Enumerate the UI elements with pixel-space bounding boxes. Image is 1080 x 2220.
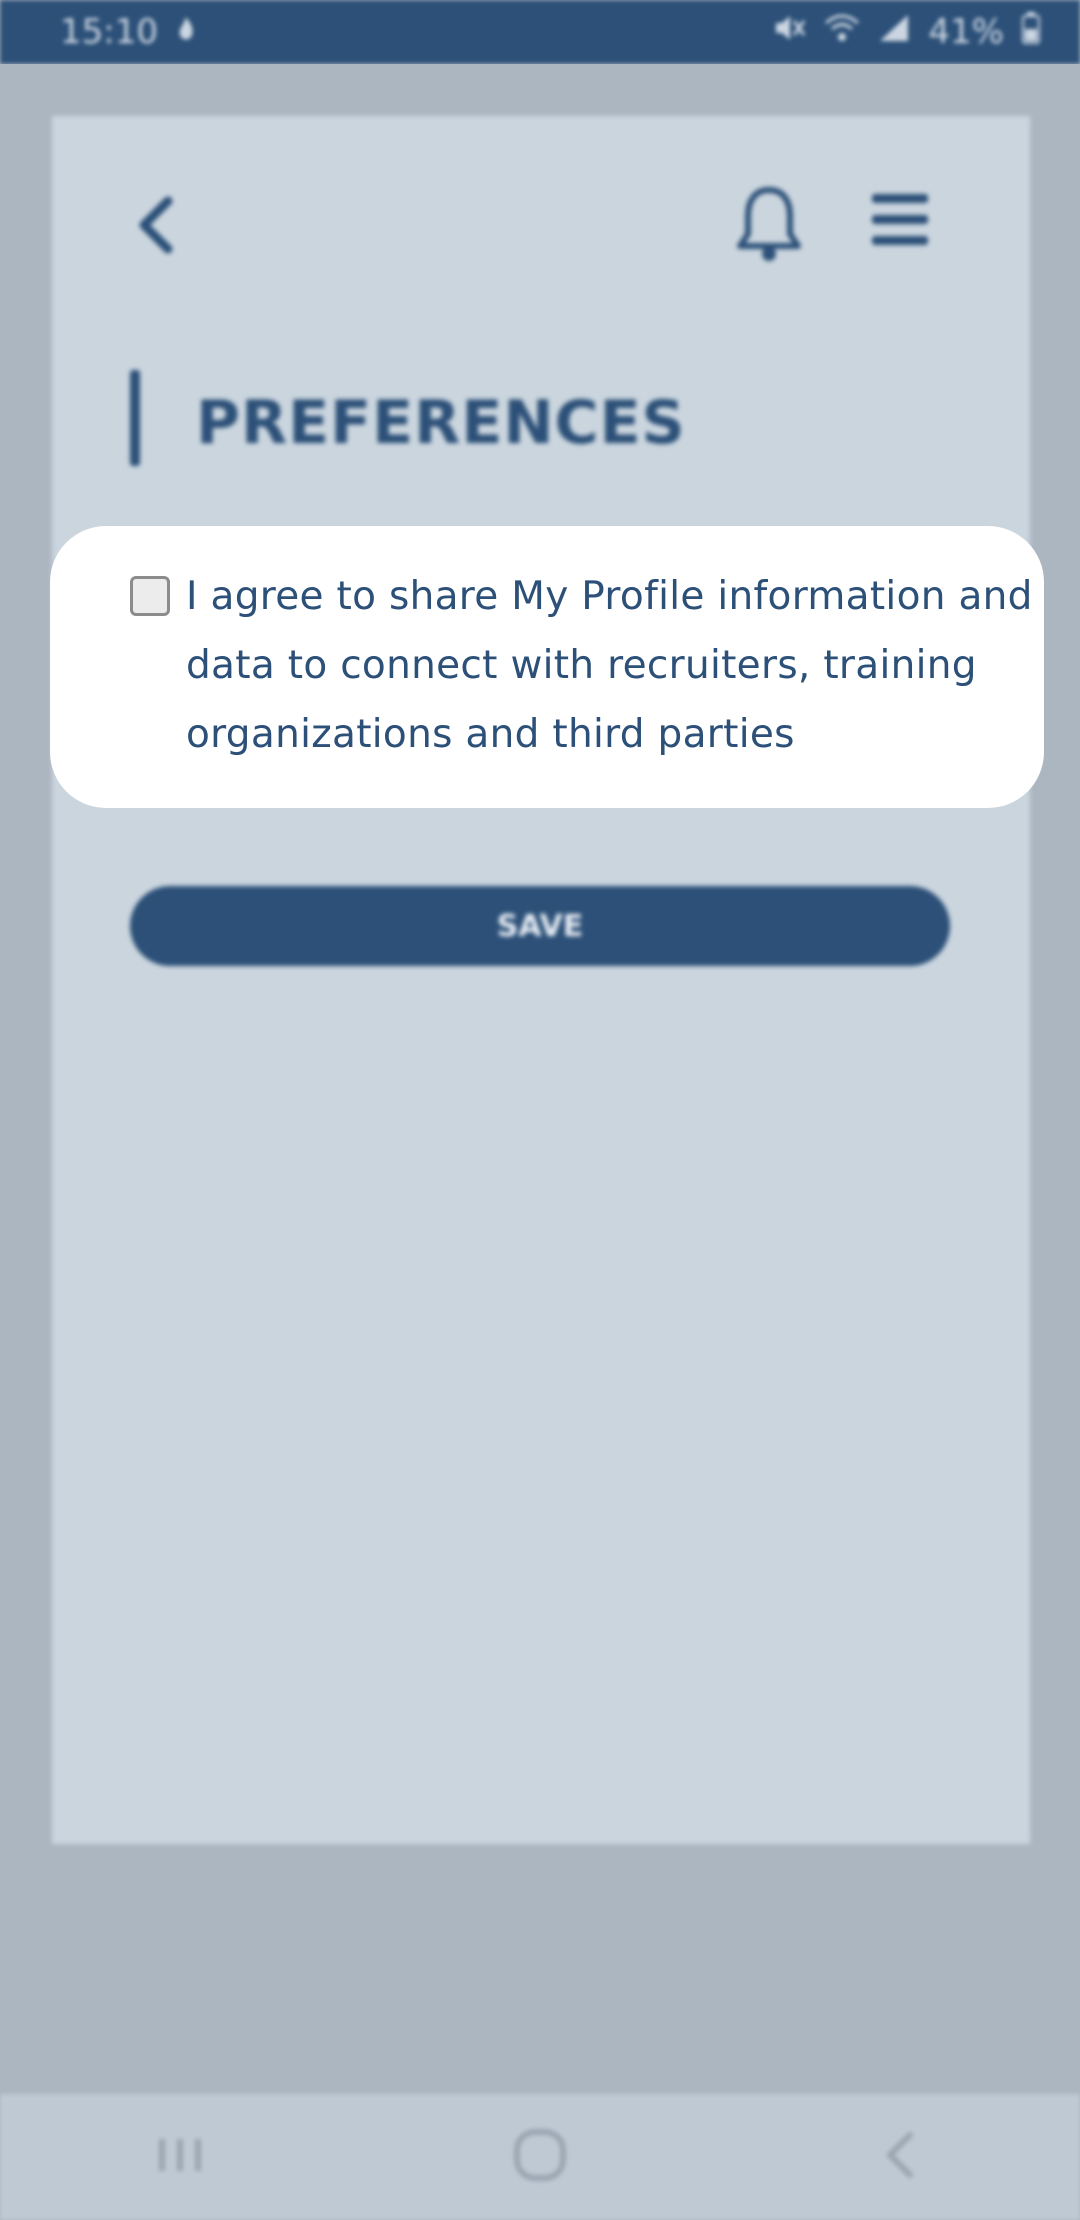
preferences-card: PREFERENCES SAVE [52, 116, 1030, 1844]
home-icon [512, 2127, 568, 2187]
signal-icon [878, 12, 910, 52]
status-left: 15:10 [60, 12, 196, 52]
back-icon [882, 2130, 918, 2184]
chevron-left-icon [136, 195, 176, 259]
page-title: PREFERENCES [196, 388, 686, 458]
recents-button[interactable] [120, 2117, 240, 2197]
system-navigation-bar [0, 2094, 1080, 2220]
hamburger-menu-icon [868, 194, 932, 254]
battery-level: 41% [928, 12, 1004, 52]
system-back-button[interactable] [840, 2117, 960, 2197]
consent-checkbox[interactable] [130, 576, 170, 616]
recents-icon [155, 2135, 205, 2179]
title-accent-bar [130, 370, 140, 466]
bell-icon [734, 187, 804, 268]
home-button[interactable] [480, 2117, 600, 2197]
menu-button[interactable] [868, 188, 942, 260]
status-bar: 15:10 41% [0, 0, 1080, 64]
notifications-button[interactable] [734, 184, 804, 264]
notification-flame-icon [176, 12, 196, 52]
wifi-icon [824, 12, 860, 52]
status-time: 15:10 [60, 12, 158, 52]
consent-highlight: I agree to share My Profile information … [50, 526, 1044, 808]
consent-label[interactable]: I agree to share My Profile information … [186, 562, 1036, 769]
save-button[interactable]: SAVE [130, 886, 950, 966]
mute-icon [772, 12, 806, 52]
battery-icon [1022, 11, 1040, 53]
status-right: 41% [772, 11, 1040, 53]
back-button[interactable] [126, 192, 186, 262]
